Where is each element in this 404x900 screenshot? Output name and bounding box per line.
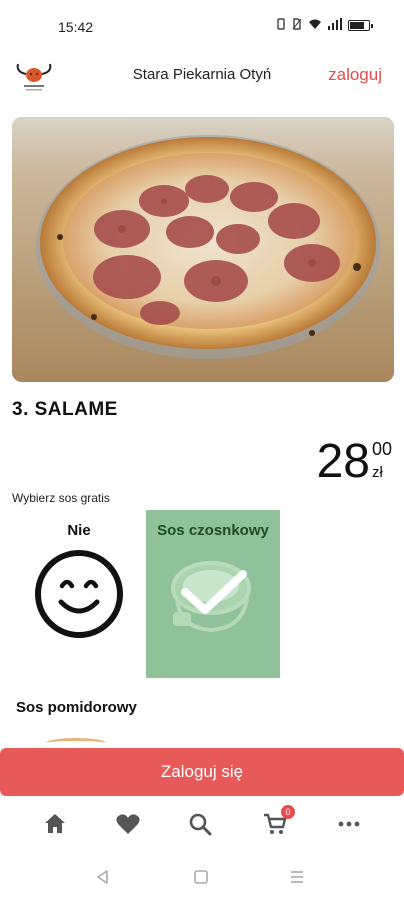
signal-icon xyxy=(328,18,342,33)
price-currency: zł xyxy=(371,464,383,481)
smiley-face-icon xyxy=(33,548,125,645)
status-time: 15:42 xyxy=(58,19,94,35)
price-fraction: 00 zł xyxy=(372,435,392,483)
home-icon[interactable] xyxy=(42,812,68,836)
price-integer: 28 xyxy=(316,435,370,488)
status-bar: 15:42 xyxy=(0,0,404,52)
no-sim-icon xyxy=(292,18,302,33)
cart-icon[interactable]: 0 xyxy=(262,805,295,836)
checkmark-icon xyxy=(179,568,249,623)
vibrate-icon xyxy=(276,18,286,33)
cart-badge: 0 xyxy=(281,805,295,819)
sauce-option-tomato-label[interactable]: Sos pomidorowy xyxy=(16,699,137,716)
sauce-option-none[interactable]: Nie xyxy=(12,510,146,678)
price-decimal: 00 xyxy=(371,439,392,459)
login-link[interactable]: zaloguj xyxy=(328,65,382,85)
login-button[interactable]: Zaloguj się xyxy=(0,748,404,796)
back-icon[interactable] xyxy=(94,868,112,886)
tomato-sauce-image xyxy=(46,738,106,748)
price: 28 00 zł xyxy=(317,435,392,495)
home-square-icon[interactable] xyxy=(192,868,210,886)
product-image xyxy=(12,117,394,382)
product-title: 3. SALAME xyxy=(12,399,118,420)
recents-menu-icon[interactable] xyxy=(288,868,306,886)
battery-icon xyxy=(348,20,373,31)
sauce-option-label: Sos czosnkowy xyxy=(157,522,269,539)
app-header: Stara Piekarnia Otyń zaloguj xyxy=(0,52,404,104)
sauce-option-garlic[interactable]: Sos czosnkowy xyxy=(146,510,280,678)
bottom-nav: 0 xyxy=(0,800,404,848)
battery-fill xyxy=(350,22,364,29)
wifi-icon xyxy=(308,18,322,33)
sauce-option-label: Nie xyxy=(67,522,91,539)
status-icons xyxy=(276,18,373,33)
heart-icon[interactable] xyxy=(115,812,141,836)
more-icon[interactable] xyxy=(336,812,362,836)
sauce-label: Wybierz sos gratis xyxy=(12,491,110,505)
search-icon[interactable] xyxy=(188,812,214,836)
system-nav xyxy=(0,858,404,898)
